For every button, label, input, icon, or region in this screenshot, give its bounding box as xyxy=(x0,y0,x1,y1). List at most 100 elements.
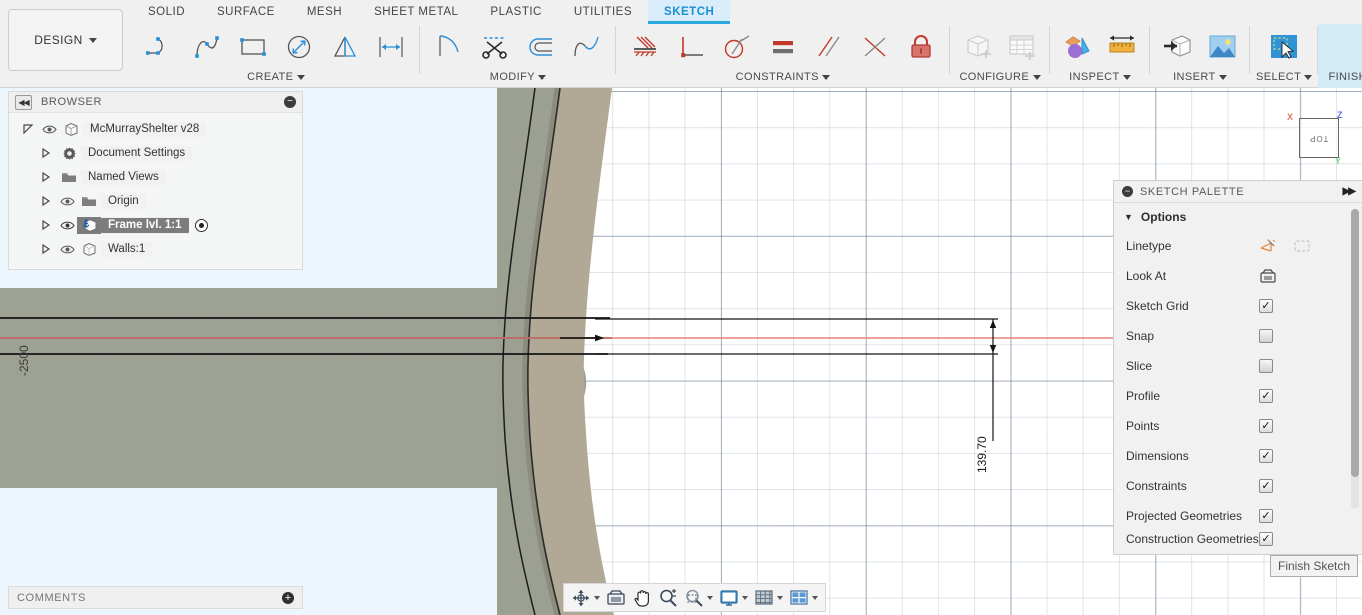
sketch-dimension-tool[interactable] xyxy=(368,25,414,69)
slice-checkbox[interactable] xyxy=(1259,359,1273,373)
coincident-constraint[interactable] xyxy=(622,25,668,69)
green-check-icon[interactable] xyxy=(1357,25,1362,69)
visibility-eye-icon[interactable] xyxy=(57,220,77,231)
tree-node-document-settings[interactable]: Document Settings xyxy=(9,141,302,165)
offset-tool[interactable] xyxy=(518,25,564,69)
expand-arrow-closed-icon[interactable] xyxy=(41,196,57,206)
chevron-down-icon xyxy=(1032,74,1041,80)
sketch-palette-body: ▼ Options Linetype Look At Sketch Grid ✓… xyxy=(1114,203,1362,555)
tab-plastic[interactable]: PLASTIC xyxy=(474,0,557,24)
line-tool[interactable] xyxy=(138,25,184,69)
look-at-icon[interactable] xyxy=(1259,268,1277,284)
palette-scrollbar-thumb[interactable] xyxy=(1351,209,1359,477)
visibility-eye-icon[interactable] xyxy=(39,124,59,135)
finish-sketch-button[interactable]: Finish Sketch xyxy=(1270,555,1358,577)
viewports[interactable] xyxy=(786,584,821,611)
section-analysis-tool[interactable] xyxy=(1056,25,1100,69)
options-section-header[interactable]: ▼ Options xyxy=(1114,203,1362,231)
spline-tool[interactable] xyxy=(184,25,230,69)
palette-scrollbar[interactable] xyxy=(1351,209,1359,509)
expand-arrow-closed-icon[interactable] xyxy=(41,172,57,182)
chevron-down-icon xyxy=(707,595,713,600)
select-tool[interactable] xyxy=(1262,25,1306,69)
sketch-grid-checkbox[interactable]: ✓ xyxy=(1259,299,1273,313)
dimension-value-label[interactable]: 139.70 xyxy=(975,436,989,473)
expand-arrow-closed-icon[interactable] xyxy=(41,148,57,158)
perpendicular-constraint[interactable] xyxy=(668,25,714,69)
display-settings[interactable] xyxy=(716,584,751,611)
projected-geometries-checkbox[interactable]: ✓ xyxy=(1259,509,1273,523)
tab-sheet-metal[interactable]: SHEET METAL xyxy=(358,0,474,24)
ribbon-group-finish-sketch[interactable]: FINISH SKETCH xyxy=(1318,24,1362,88)
tree-node-origin[interactable]: Origin xyxy=(9,189,302,213)
insert-canvas-tool[interactable] xyxy=(1200,25,1244,69)
ribbon-group-label-finish-sketch: FINISH SKETCH xyxy=(1328,71,1362,83)
construction-geometries-checkbox[interactable]: ✓ xyxy=(1259,532,1273,546)
minimize-palette-icon[interactable]: − xyxy=(1122,186,1133,197)
tree-node-frame-lvl-1[interactable]: Frame lvl. 1:1 xyxy=(9,213,302,237)
look-at-tool[interactable] xyxy=(603,584,629,611)
snap-checkbox[interactable] xyxy=(1259,329,1273,343)
points-checkbox[interactable]: ✓ xyxy=(1259,419,1273,433)
grid-and-snaps[interactable] xyxy=(751,584,786,611)
activate-component-radio[interactable] xyxy=(194,218,208,232)
expand-palette-icon[interactable]: ▶▶ xyxy=(1343,186,1356,197)
break-tool[interactable] xyxy=(564,25,610,69)
linetype-construction-icon[interactable] xyxy=(1293,238,1311,254)
parallel-constraint[interactable] xyxy=(806,25,852,69)
collapse-browser-button[interactable]: ◀◀ xyxy=(15,94,32,110)
measure-tool[interactable] xyxy=(1100,25,1144,69)
zoom-window-tool[interactable] xyxy=(681,584,716,611)
chevron-down-icon xyxy=(1304,74,1313,80)
tab-utilities[interactable]: UTILITIES xyxy=(558,0,648,24)
profile-checkbox[interactable]: ✓ xyxy=(1259,389,1273,403)
viewcube-face-top[interactable]: TOP xyxy=(1299,118,1339,158)
ribbon-group-label-select: SELECT xyxy=(1256,70,1313,86)
tree-node-walls-1[interactable]: Walls:1 xyxy=(9,237,302,261)
midpoint-constraint[interactable] xyxy=(852,25,898,69)
constraints-checkbox[interactable]: ✓ xyxy=(1259,479,1273,493)
workspace-switcher-button[interactable]: DESIGN xyxy=(8,9,123,71)
visibility-eye-icon[interactable] xyxy=(57,244,77,255)
minimize-browser-icon[interactable]: − xyxy=(284,96,296,108)
configure-part-tool[interactable] xyxy=(956,25,1000,69)
tree-node-label: Document Settings xyxy=(81,145,193,161)
options-section-label: Options xyxy=(1140,210,1187,224)
equal-constraint[interactable] xyxy=(760,25,806,69)
comments-panel[interactable]: COMMENTS + xyxy=(8,586,303,609)
palette-row-constraints: Constraints ✓ xyxy=(1114,471,1362,501)
expand-arrow-closed-icon[interactable] xyxy=(41,244,57,254)
configure-table-tool[interactable] xyxy=(1000,25,1044,69)
tab-sketch[interactable]: SKETCH xyxy=(648,0,731,24)
fillet-tool[interactable] xyxy=(426,25,472,69)
tab-surface[interactable]: SURFACE xyxy=(201,0,291,24)
view-cube[interactable]: X Z Y TOP xyxy=(1285,104,1345,166)
tangent-constraint[interactable] xyxy=(714,25,760,69)
sketch-palette-header: − SKETCH PALETTE ▶▶ xyxy=(1114,181,1362,203)
zoom-tool[interactable] xyxy=(655,584,681,611)
rectangle-tool[interactable] xyxy=(230,25,276,69)
chevron-down-icon xyxy=(742,595,748,600)
linetype-normal-icon[interactable] xyxy=(1259,238,1279,254)
expand-arrow-open-icon[interactable] xyxy=(23,124,39,134)
ribbon-group-insert: INSERT xyxy=(1150,24,1250,88)
tab-solid[interactable]: SOLID xyxy=(132,0,201,24)
mirror-tool[interactable] xyxy=(322,25,368,69)
fix-unfix-constraint[interactable] xyxy=(898,25,944,69)
dimensions-checkbox[interactable]: ✓ xyxy=(1259,449,1273,463)
tree-node-root[interactable]: McMurrayShelter v28 xyxy=(9,117,302,141)
palette-label: Projected Geometries xyxy=(1126,509,1243,523)
orbit-tool[interactable] xyxy=(568,584,603,611)
visibility-eye-icon[interactable] xyxy=(57,196,77,207)
plus-icon[interactable]: + xyxy=(282,591,294,604)
palette-label: Constraints xyxy=(1126,479,1187,493)
tab-mesh[interactable]: MESH xyxy=(291,0,358,24)
trim-tool[interactable] xyxy=(472,25,518,69)
expand-arrow-closed-icon[interactable] xyxy=(41,220,57,230)
circle-tool[interactable] xyxy=(276,25,322,69)
pan-tool[interactable] xyxy=(629,584,655,611)
insert-derive-tool[interactable] xyxy=(1156,25,1200,69)
tree-node-label: Frame lvl. 1:1 xyxy=(101,217,189,233)
dimensions-control: ✓ xyxy=(1259,449,1273,463)
tree-node-named-views[interactable]: Named Views xyxy=(9,165,302,189)
